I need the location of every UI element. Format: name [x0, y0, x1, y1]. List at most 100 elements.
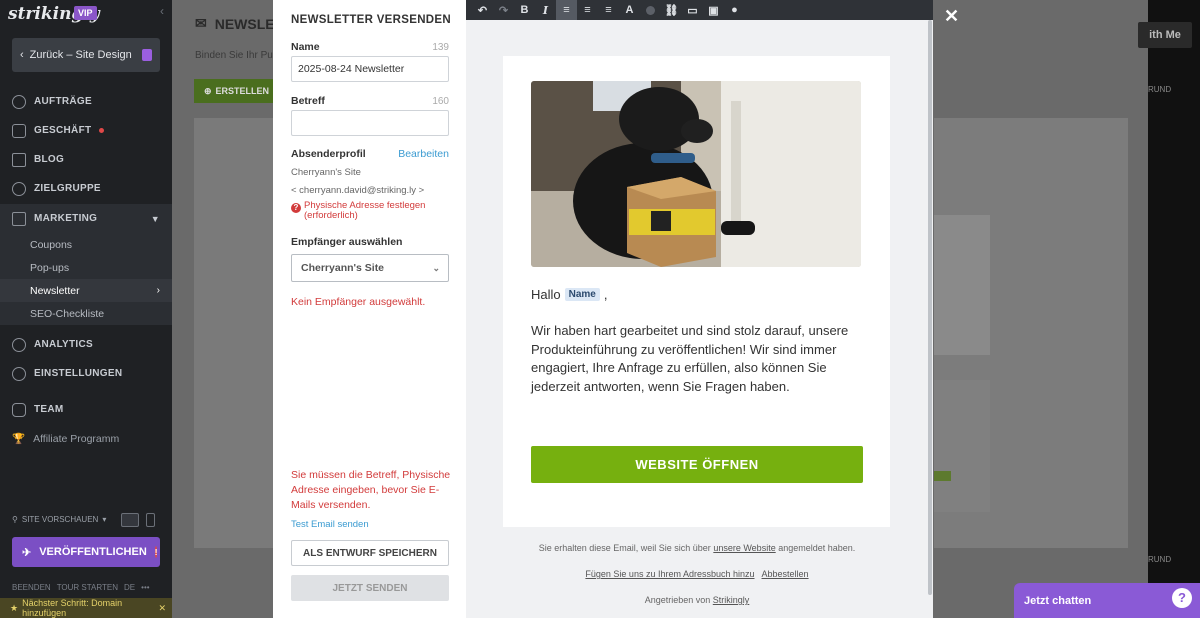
close-icon[interactable]: ✕: [158, 603, 166, 614]
email-body-text[interactable]: Wir haben hart gearbeitet und sind stolz…: [531, 322, 861, 396]
nav-item-settings[interactable]: EINSTELLUNGEN: [0, 359, 172, 388]
add-to-addressbook-link[interactable]: Fügen Sie uns zu Ihrem Adressbuch hinzu: [585, 569, 754, 579]
chat-widget[interactable]: Jetzt chatten ?: [1014, 583, 1200, 618]
email-greeting[interactable]: Hallo Name ,: [531, 287, 608, 302]
newsletter-send-panel: NEWSLETTER VERSENDEN Name 139 Betreff 16…: [273, 0, 466, 618]
site-design-icon: [141, 49, 152, 61]
dog-with-box-image: [531, 81, 861, 267]
recipients-select[interactable]: Cherryann's Site ⌄: [291, 254, 449, 282]
chevron-left-icon: ‹: [20, 49, 24, 61]
nav-item-marketing[interactable]: MARKETING ▼: [0, 204, 172, 233]
nav-item-analytics[interactable]: ANALYTICS: [0, 330, 172, 359]
align-center-icon[interactable]: ≡: [577, 0, 598, 20]
close-modal-icon[interactable]: ✕: [944, 6, 959, 27]
blog-pen-icon: [12, 152, 26, 167]
rocket-icon: ✈: [22, 546, 32, 559]
sender-name: Cherryann's Site: [291, 167, 361, 178]
person-icon[interactable]: ●: [724, 0, 745, 20]
background-create-label: ERSTELLEN: [215, 86, 270, 96]
language-link[interactable]: DE: [124, 583, 135, 592]
nav-label: TEAM: [34, 404, 64, 415]
background-create-button: ⊕ ERSTELLEN: [194, 79, 284, 103]
nav-item-store[interactable]: GESCHÄFT: [0, 116, 172, 145]
mobile-icon[interactable]: [146, 513, 155, 527]
preview-scrollbar[interactable]: [928, 20, 932, 595]
next-step-label: Nächster Schritt: Domain hinzufügen: [22, 598, 123, 618]
open-website-button[interactable]: WEBSITE ÖFFNEN: [531, 446, 863, 483]
undo-icon[interactable]: ↶: [472, 0, 493, 20]
email-hero-image[interactable]: [531, 81, 861, 267]
publish-button[interactable]: ✈ VERÖFFENTLICHEN !: [12, 537, 160, 567]
background-panel: [194, 118, 274, 548]
back-to-site-design-button[interactable]: ‹ Zurück – Site Design: [12, 38, 160, 72]
desktop-icon[interactable]: [121, 513, 139, 527]
subject-input[interactable]: [291, 110, 449, 136]
chevron-right-icon: ›: [156, 285, 160, 296]
bold-icon[interactable]: B: [514, 0, 535, 20]
warning-icon: !: [154, 546, 158, 558]
background-image-block: [934, 215, 990, 355]
start-tour-link[interactable]: TOUR STARTEN: [57, 583, 118, 592]
notification-dot: [99, 128, 105, 133]
collapse-sidebar-icon[interactable]: ‹: [160, 4, 164, 18]
text-color-icon[interactable]: [640, 0, 661, 20]
more-icon[interactable]: •••: [141, 583, 149, 592]
align-right-icon[interactable]: ≡: [598, 0, 619, 20]
caret-down-icon: ▾: [102, 515, 107, 524]
image-icon[interactable]: ▣: [703, 0, 724, 20]
analytics-icon: [12, 337, 26, 352]
nav-item-orders[interactable]: AUFTRÄGE: [0, 87, 172, 116]
font-size-icon[interactable]: A: [619, 0, 640, 20]
next-step-banner[interactable]: ★ Nächster Schritt: Domain hinzufügen ✕: [0, 598, 172, 618]
align-left-icon[interactable]: ≡: [556, 0, 577, 20]
orders-icon: [12, 94, 26, 109]
nav-label: MARKETING: [34, 213, 98, 224]
name-input[interactable]: [291, 56, 449, 82]
vip-badge: VIP: [74, 6, 97, 20]
sub-item-popups[interactable]: Pop-ups: [0, 256, 172, 279]
help-icon[interactable]: ?: [1172, 587, 1192, 608]
sub-item-seo-checklist[interactable]: SEO-Checkliste: [0, 302, 172, 325]
nav-item-blog[interactable]: BLOG: [0, 145, 172, 174]
address-required-link[interactable]: ? Physische Adresse festlegen (erforderl…: [291, 201, 466, 221]
sub-item-newsletter[interactable]: Newsletter ›: [0, 279, 172, 302]
send-now-button[interactable]: JETZT SENDEN: [291, 575, 449, 601]
redo-icon[interactable]: ↷: [493, 0, 514, 20]
link-icon[interactable]: ⛓: [661, 0, 682, 20]
unsubscribe-link[interactable]: Abbestellen: [762, 569, 809, 579]
name-merge-tag[interactable]: Name: [564, 288, 600, 301]
save-draft-button[interactable]: ALS ENTWURF SPEICHERN: [291, 540, 449, 566]
required-fields-error: Sie müssen die Betreff, Physische Adress…: [291, 469, 451, 511]
background-title-text: NEWSLE: [214, 15, 275, 32]
edit-sender-link[interactable]: Bearbeiten: [398, 148, 449, 160]
end-tour-link[interactable]: BEENDEN: [12, 583, 51, 592]
strikingly-link[interactable]: Strikingly: [713, 595, 750, 605]
italic-icon[interactable]: I: [535, 0, 556, 20]
sidebar: strikingly VIP ‹ ‹ Zurück – Site Design …: [0, 0, 172, 618]
affiliate-program-link[interactable]: 🏆 Affiliate Programm: [12, 432, 119, 446]
subject-label: Betreff: [291, 95, 325, 107]
search-icon: ⚲: [12, 515, 18, 524]
sub-item-coupons[interactable]: Coupons: [0, 233, 172, 256]
editor-toolbar: ↶ ↷ B I ≡ ≡ ≡ A ⛓ ▭ ▣ ●: [466, 0, 933, 20]
no-recipient-error: Kein Empfänger ausgewählt.: [291, 296, 426, 308]
our-website-link[interactable]: unsere Website: [713, 543, 775, 553]
nav-item-audience[interactable]: ZIELGRUPPE: [0, 174, 172, 203]
test-email-link[interactable]: Test Email senden: [291, 519, 369, 530]
recipients-label: Empfänger auswählen: [291, 236, 403, 248]
audience-icon: [12, 181, 26, 196]
site-preview-toggle[interactable]: ⚲ SITE VORSCHAUEN ▾: [12, 515, 106, 524]
greeting-comma: ,: [603, 287, 608, 302]
background-label: RUND: [1148, 85, 1172, 94]
subject-char-count: 160: [432, 96, 449, 107]
button-icon[interactable]: ▭: [682, 0, 703, 20]
background-page-title: ✉ NEWSLE: [195, 15, 275, 32]
nav-label: AUFTRÄGE: [34, 96, 92, 107]
background-content-block: [934, 380, 990, 512]
panel-title: NEWSLETTER VERSENDEN: [291, 14, 451, 26]
background-button: ith Me: [1138, 22, 1192, 48]
envelope-icon: ✉: [195, 15, 207, 31]
footer-text: Sie erhalten diese Email, weil Sie sich …: [538, 543, 711, 553]
tour-bar: BEENDEN TOUR STARTEN DE •••: [12, 583, 150, 592]
nav-item-team[interactable]: TEAM: [0, 395, 172, 424]
